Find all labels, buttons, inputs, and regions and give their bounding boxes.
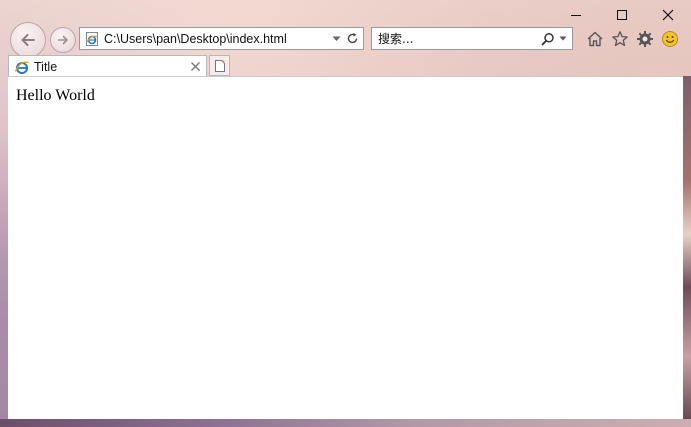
- favorites-star-icon: [612, 31, 628, 47]
- browser-window: C:\Users\pan\Desktop\index.html 搜索... Ti…: [0, 0, 691, 427]
- search-input[interactable]: [372, 30, 539, 47]
- page-body-text: Hello World: [16, 87, 95, 104]
- page-file-icon: [86, 31, 98, 46]
- home-button[interactable]: [583, 27, 607, 51]
- home-icon: [587, 31, 603, 47]
- smiley-feedback-icon: [662, 31, 678, 47]
- ie-logo-icon: [14, 61, 29, 74]
- address-dropdown-button[interactable]: [329, 28, 343, 49]
- toolbar-icons: [583, 27, 683, 51]
- feedback-button[interactable]: [658, 27, 682, 51]
- maximize-button[interactable]: [599, 0, 645, 30]
- favorites-button[interactable]: [608, 27, 632, 51]
- chevron-down-icon: [332, 36, 340, 41]
- forward-arrow-icon: [57, 35, 68, 45]
- refresh-icon: [347, 32, 357, 44]
- chevron-down-icon: [559, 36, 567, 41]
- settings-button[interactable]: [633, 27, 657, 51]
- maximize-icon: [617, 10, 627, 20]
- url-text[interactable]: C:\Users\pan\Desktop\index.html: [104, 32, 329, 46]
- minimize-icon: [571, 15, 581, 16]
- desktop-background-edge: [682, 76, 691, 427]
- search-bar[interactable]: [371, 27, 573, 50]
- refresh-button[interactable]: [343, 28, 361, 49]
- tab-active[interactable]: Title: [8, 55, 207, 77]
- minimize-button[interactable]: [553, 0, 599, 30]
- back-button[interactable]: [10, 22, 46, 58]
- new-tab-button[interactable]: [209, 55, 230, 76]
- desktop-background-edge-bottom: [0, 419, 691, 427]
- search-icon: [541, 32, 554, 45]
- gear-icon: [637, 31, 653, 47]
- address-bar[interactable]: C:\Users\pan\Desktop\index.html: [79, 27, 364, 50]
- page-content: Hello World: [8, 76, 683, 419]
- tab-title: Title: [34, 59, 58, 74]
- new-tab-icon: [214, 59, 226, 72]
- close-icon: [190, 62, 200, 71]
- forward-button[interactable]: [50, 27, 76, 53]
- search-provider-dropdown[interactable]: [557, 28, 569, 49]
- search-button[interactable]: [539, 28, 557, 49]
- back-arrow-icon: [21, 34, 35, 46]
- tab-close-button[interactable]: [187, 59, 203, 75]
- window-controls: [553, 0, 691, 30]
- close-icon: [662, 9, 674, 21]
- close-button[interactable]: [645, 0, 691, 30]
